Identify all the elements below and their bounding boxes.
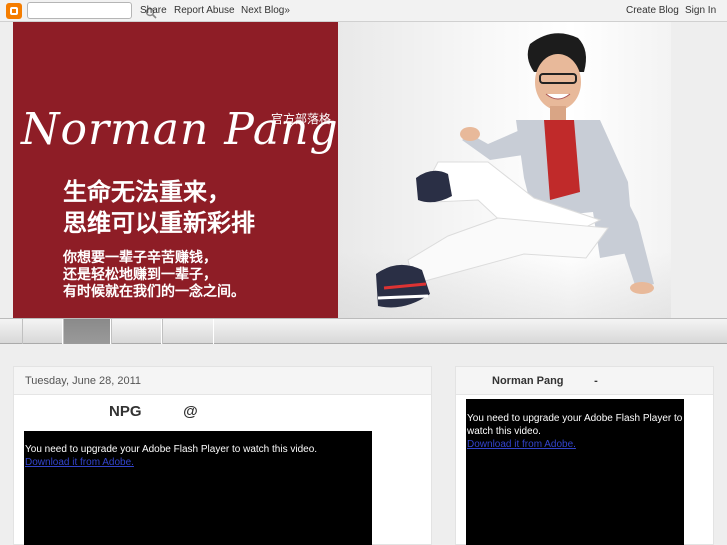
- search-input[interactable]: [27, 2, 157, 19]
- sign-in-link[interactable]: Sign In: [685, 5, 716, 17]
- post-date: Tuesday, June 28, 2011: [25, 375, 141, 387]
- date-header: Tuesday, June 28, 2011: [14, 367, 431, 395]
- header-banner[interactable]: Norman Pang 官方部落格 生命无法重来， 思维可以重新彩排 你想要一辈…: [13, 22, 671, 318]
- page-tabs: [0, 318, 727, 344]
- flash-upgrade-message: You need to upgrade your Adobe Flash Pla…: [467, 413, 683, 437]
- slogan-line: 生命无法重来，: [63, 177, 231, 206]
- blogger-navbar: Share Report Abuse Next Blog» Create Blo…: [0, 0, 727, 22]
- create-blog-link[interactable]: Create Blog: [626, 5, 679, 17]
- download-flash-link[interactable]: Download it from Adobe.: [25, 456, 134, 469]
- share-link[interactable]: Share: [140, 5, 167, 17]
- tab-item-selected[interactable]: [63, 319, 111, 344]
- blog-subtitle: 官方部落格: [271, 112, 332, 126]
- banner-text-panel: Norman Pang 官方部落格 生命无法重来， 思维可以重新彩排 你想要一辈…: [13, 22, 338, 318]
- slogan-line: 有时候就在我们的一念之间。: [63, 284, 245, 300]
- sidebar: Norman Pang - You need to upgrade your A…: [455, 366, 714, 545]
- slogan-line: 思维可以重新彩排: [63, 208, 255, 237]
- video-player[interactable]: You need to upgrade your Adobe Flash Pla…: [24, 431, 372, 545]
- portrait-photo: [376, 33, 654, 308]
- tab-item[interactable]: [22, 319, 63, 344]
- post-title[interactable]: NPG @: [109, 403, 198, 420]
- sidebar-widget-title: Norman Pang -: [492, 375, 598, 387]
- main-post-column: Tuesday, June 28, 2011 NPG @ You need to…: [13, 366, 432, 545]
- sidebar-video-player[interactable]: You need to upgrade your Adobe Flash Pla…: [466, 399, 684, 545]
- download-flash-link[interactable]: Download it from Adobe.: [467, 438, 576, 451]
- tab-item[interactable]: [162, 319, 214, 344]
- sidebar-widget-header: Norman Pang -: [456, 367, 713, 395]
- blogger-icon[interactable]: [6, 3, 22, 19]
- next-blog-link[interactable]: Next Blog»: [241, 5, 290, 17]
- flash-upgrade-message: You need to upgrade your Adobe Flash Pla…: [25, 444, 318, 455]
- tab-item[interactable]: [111, 319, 162, 344]
- report-abuse-link[interactable]: Report Abuse: [174, 5, 235, 17]
- banner-photo: [338, 22, 671, 318]
